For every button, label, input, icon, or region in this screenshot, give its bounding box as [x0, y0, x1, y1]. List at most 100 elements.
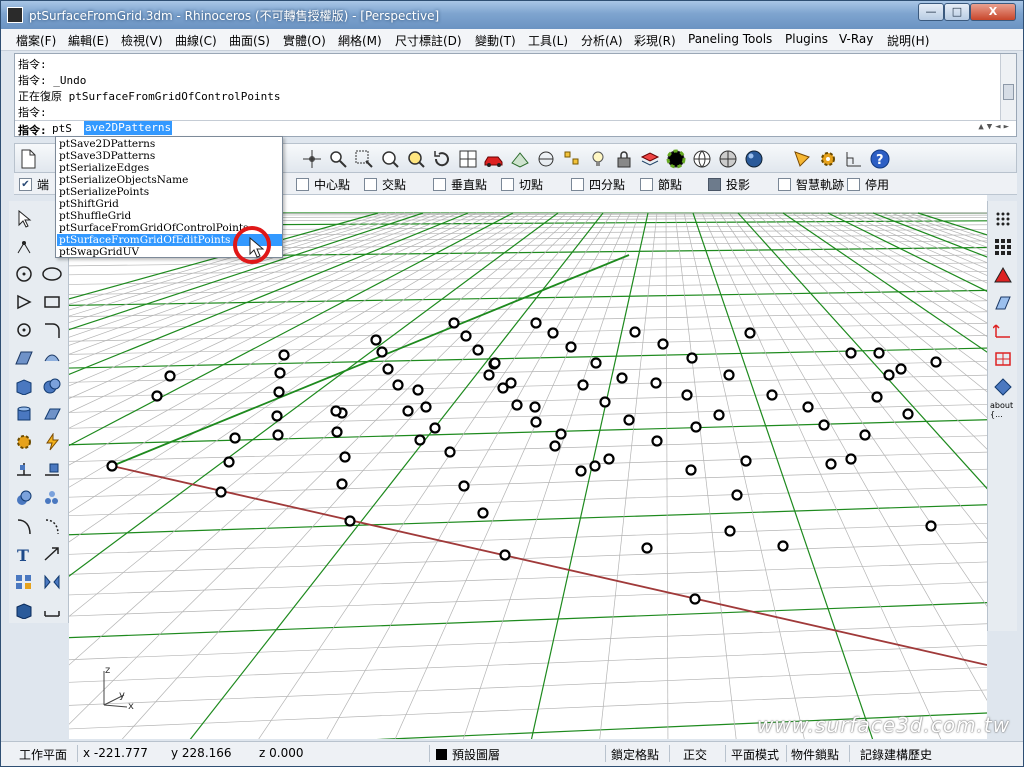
menu-transform[interactable]: 變動(T) — [475, 32, 516, 49]
menu-help[interactable]: 說明(H) — [887, 32, 929, 49]
cylinder-icon[interactable] — [12, 402, 36, 426]
maximize-button[interactable]: □ — [944, 3, 970, 21]
layer-icon[interactable] — [639, 148, 661, 170]
material-sphere-icon[interactable] — [691, 148, 713, 170]
point-icon[interactable] — [12, 235, 36, 259]
grid-frame-icon[interactable] — [991, 347, 1015, 371]
osnap-project[interactable]: 投影 — [708, 176, 750, 193]
four-viewports-icon[interactable] — [457, 148, 479, 170]
rectangle-icon[interactable] — [40, 290, 64, 314]
checkbox-icon[interactable] — [847, 178, 860, 191]
checkbox-icon[interactable] — [433, 178, 446, 191]
box-icon[interactable] — [12, 374, 36, 398]
solid-box-icon[interactable] — [12, 598, 36, 622]
move-icon[interactable] — [40, 542, 64, 566]
command-autocomplete-selection[interactable]: ave2DPatterns — [84, 121, 173, 135]
split-icon[interactable] — [40, 458, 64, 482]
menu-tools[interactable]: 工具(L) — [528, 32, 568, 49]
perspective-viewport[interactable]: z yx — [69, 195, 987, 739]
menu-file[interactable]: 檔案(F) — [16, 32, 56, 49]
osnap-perpendicular[interactable]: 垂直點 — [433, 176, 487, 193]
panel-triangle-icon[interactable] — [991, 263, 1015, 287]
status-history[interactable]: 記錄建構歷史 — [860, 746, 932, 763]
color-wheel-icon[interactable] — [665, 148, 687, 170]
osnap-intersection[interactable]: 交點 — [364, 176, 406, 193]
polygon-icon[interactable] — [12, 290, 36, 314]
osnap-quadrant[interactable]: 四分點 — [571, 176, 625, 193]
options-gear-icon[interactable] — [817, 148, 839, 170]
lightning-icon[interactable] — [40, 430, 64, 454]
diamond-grid-icon[interactable] — [991, 375, 1015, 399]
array-icon[interactable] — [12, 570, 36, 594]
checkbox-icon[interactable] — [640, 178, 653, 191]
surface-icon[interactable] — [12, 346, 36, 370]
checkbox-icon[interactable] — [364, 178, 377, 191]
cplane-icon[interactable] — [535, 148, 557, 170]
menu-solid[interactable]: 實體(O) — [283, 32, 326, 49]
autocomplete-item[interactable]: ptSave2DPatterns — [57, 138, 282, 150]
osnap-smart-track[interactable]: 智慧軌跡 — [778, 176, 844, 193]
menu-edit[interactable]: 編輯(E) — [68, 32, 109, 49]
checkbox-checked-icon[interactable]: ✔ — [19, 178, 32, 191]
grid-points-icon[interactable] — [991, 207, 1015, 231]
status-cplane[interactable]: 工作平面 — [19, 746, 67, 763]
autocomplete-item[interactable]: ptSerializeEdges — [57, 162, 282, 174]
grid-direction-icon[interactable] — [991, 319, 1015, 343]
transform-gear-icon[interactable] — [12, 430, 36, 454]
checkbox-icon[interactable] — [778, 178, 791, 191]
rhino-app-icon[interactable] — [7, 7, 23, 23]
light-bulb-icon[interactable] — [587, 148, 609, 170]
new-file-icon[interactable] — [17, 148, 39, 170]
status-layer[interactable]: 預設圖層 — [436, 746, 500, 763]
zoom-extents-icon[interactable] — [379, 148, 401, 170]
title-bar[interactable]: ptSurfaceFromGrid.3dm - Rhinoceros (不可轉售… — [1, 1, 1023, 29]
car-render-icon[interactable] — [483, 148, 505, 170]
text-icon[interactable]: T — [12, 542, 36, 566]
rotate-view-icon[interactable] — [301, 148, 323, 170]
status-grid-snap[interactable]: 鎖定格點 — [611, 746, 659, 763]
wire-sphere-icon[interactable] — [717, 148, 739, 170]
menu-analyze[interactable]: 分析(A) — [581, 32, 623, 49]
boolean-icon[interactable] — [12, 486, 36, 510]
spotlight-icon[interactable] — [791, 148, 813, 170]
lock-icon[interactable] — [613, 148, 635, 170]
zoom-icon[interactable] — [327, 148, 349, 170]
autocomplete-item[interactable]: ptSerializeObjectsName — [57, 174, 282, 186]
osnap-disable[interactable]: 停用 — [847, 176, 889, 193]
menu-view[interactable]: 檢視(V) — [121, 32, 163, 49]
zoom-selected-icon[interactable] — [405, 148, 427, 170]
status-osnap[interactable]: 物件鎖點 — [791, 746, 839, 763]
undo-view-icon[interactable] — [431, 148, 453, 170]
menu-surface[interactable]: 曲面(S) — [229, 32, 270, 49]
dimension-icon[interactable] — [843, 148, 865, 170]
menu-dimension[interactable]: 尺寸標註(D) — [395, 32, 462, 49]
viewport-canvas[interactable]: z yx — [69, 195, 987, 739]
checkbox-icon[interactable] — [708, 178, 721, 191]
surface-edit-icon[interactable] — [40, 346, 64, 370]
zoom-window-icon[interactable] — [353, 148, 375, 170]
surface-grid-icon[interactable] — [991, 291, 1015, 315]
osnap-tangent[interactable]: 切點 — [501, 176, 543, 193]
status-planar[interactable]: 平面模式 — [731, 746, 779, 763]
command-typed-text[interactable]: ptS — [52, 122, 72, 135]
render-sphere-icon[interactable] — [743, 148, 765, 170]
about-button[interactable]: about {... — [990, 401, 1013, 419]
arc-icon[interactable] — [12, 318, 36, 342]
command-line-input[interactable]: 指令: ptS ave2DPatterns ▲▼◄► — [15, 120, 1016, 137]
explode-icon[interactable] — [40, 486, 64, 510]
autocomplete-item[interactable]: ptShuffleGrid — [57, 210, 282, 222]
menu-paneling-tools[interactable]: Paneling Tools — [688, 32, 772, 46]
trim-icon[interactable] — [12, 458, 36, 482]
join-curve-icon[interactable] — [12, 514, 36, 538]
menu-curve[interactable]: 曲線(C) — [175, 32, 217, 49]
offset-curve-icon[interactable] — [40, 514, 64, 538]
osnap-knot[interactable]: 節點 — [640, 176, 682, 193]
osnap-center[interactable]: 中心點 — [296, 176, 350, 193]
fillet-icon[interactable] — [40, 318, 64, 342]
autocomplete-item[interactable]: ptShiftGrid — [57, 198, 282, 210]
ellipse-icon[interactable] — [40, 262, 64, 286]
mirror-icon[interactable] — [40, 570, 64, 594]
mesh-icon[interactable] — [40, 402, 64, 426]
menu-vray[interactable]: V-Ray — [839, 32, 873, 46]
menu-mesh[interactable]: 網格(M) — [338, 32, 382, 49]
